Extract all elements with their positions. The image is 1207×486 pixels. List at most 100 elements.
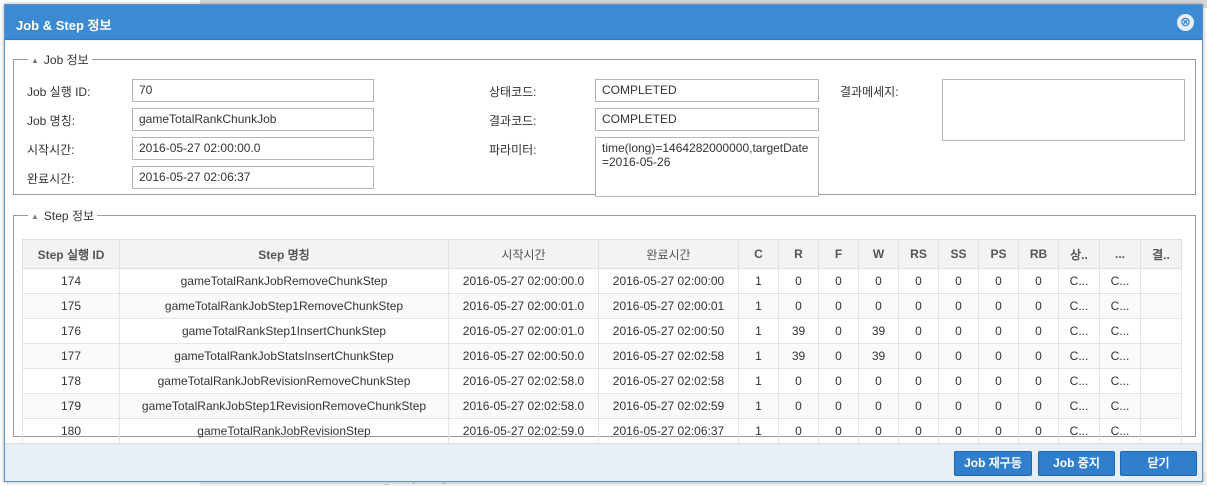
- table-cell: gameTotalRankStep1InsertChunkStep: [119, 318, 449, 344]
- column-header[interactable]: 완료시간: [598, 239, 739, 269]
- job-name-label: Job 명칭:: [27, 114, 76, 128]
- job-name-field[interactable]: gameTotalRankChunkJob: [132, 108, 374, 131]
- table-cell: 0: [978, 318, 1019, 344]
- table-cell: gameTotalRankJobStep1RevisionRemoveChunk…: [119, 393, 449, 419]
- table-cell: 0: [1018, 293, 1059, 319]
- close-button[interactable]: 닫기: [1120, 451, 1197, 476]
- column-header[interactable]: C: [738, 239, 779, 269]
- job-restart-button[interactable]: Job 재구동: [954, 451, 1032, 476]
- table-cell: 0: [1018, 318, 1059, 344]
- table-cell: 0: [978, 393, 1019, 419]
- collapse-triangle-icon[interactable]: ▲: [31, 212, 39, 221]
- column-header[interactable]: ...: [1099, 239, 1141, 269]
- table-cell: 0: [978, 418, 1019, 444]
- table-cell: 0: [898, 368, 939, 394]
- job-message-field[interactable]: [942, 79, 1185, 141]
- table-cell: 0: [978, 343, 1019, 369]
- table-cell: 39: [858, 343, 899, 369]
- table-cell: 0: [898, 343, 939, 369]
- column-header[interactable]: 상..: [1058, 239, 1100, 269]
- table-cell: C...: [1058, 368, 1100, 394]
- job-info-legend-text: Job 정보: [43, 53, 89, 67]
- table-cell: 0: [978, 368, 1019, 394]
- table-cell: C...: [1099, 368, 1141, 394]
- table-cell: 0: [818, 318, 859, 344]
- close-icon[interactable]: ⊗: [1177, 14, 1194, 31]
- table-cell: 2016-05-27 02:00:50.0: [448, 343, 599, 369]
- table-cell: 0: [938, 343, 979, 369]
- table-cell: C...: [1058, 343, 1100, 369]
- table-row[interactable]: 180 gameTotalRankJobRevisionStep 2016-05-2…: [22, 418, 1182, 444]
- table-cell: [1140, 418, 1182, 444]
- table-row[interactable]: 176 gameTotalRankStep1InsertChunkStep 2016…: [22, 318, 1182, 344]
- job-start-label: 시작시간:: [27, 143, 75, 157]
- column-header[interactable]: Step 명칭: [119, 239, 449, 269]
- table-cell: [1140, 318, 1182, 344]
- column-header[interactable]: Step 실행 ID: [22, 239, 120, 269]
- table-cell: 0: [778, 268, 819, 294]
- table-cell: 175: [22, 293, 120, 319]
- job-exit-field[interactable]: COMPLETED: [595, 108, 819, 131]
- table-cell: [1140, 393, 1182, 419]
- table-cell: 1: [738, 418, 779, 444]
- dialog-content: ▲ Job 정보 Job 실행 ID: 70 Job 명칭: gameTotalR…: [5, 41, 1202, 444]
- table-cell: 39: [778, 343, 819, 369]
- table-cell: 1: [738, 368, 779, 394]
- table-row[interactable]: 179 gameTotalRankJobStep1RevisionRemoveCh…: [22, 393, 1182, 419]
- job-status-field[interactable]: COMPLETED: [595, 79, 819, 102]
- table-cell: 1: [738, 318, 779, 344]
- table-cell: 176: [22, 318, 120, 344]
- job-exec-id-field[interactable]: 70: [132, 79, 374, 102]
- column-header[interactable]: RS: [898, 239, 939, 269]
- table-cell: 0: [1018, 343, 1059, 369]
- table-cell: 0: [1018, 268, 1059, 294]
- table-cell: C...: [1058, 293, 1100, 319]
- table-cell: 0: [858, 418, 899, 444]
- table-row[interactable]: 177 gameTotalRankJobStatsInsertChunkStep 2…: [22, 343, 1182, 369]
- job-info-section: ▲ Job 정보 Job 실행 ID: 70 Job 명칭: gameTotalR…: [13, 51, 1196, 197]
- job-stop-button[interactable]: Job 중지: [1038, 451, 1115, 476]
- table-cell: 2016-05-27 02:00:00: [598, 268, 739, 294]
- table-cell: 0: [898, 393, 939, 419]
- column-header[interactable]: F: [818, 239, 859, 269]
- table-cell: [1140, 293, 1182, 319]
- table-cell: 174: [22, 268, 120, 294]
- collapse-triangle-icon[interactable]: ▲: [31, 56, 39, 65]
- step-info-legend[interactable]: ▲ Step 정보: [28, 207, 97, 224]
- table-cell: 39: [858, 318, 899, 344]
- table-row[interactable]: 178 gameTotalRankJobRevisionRemoveChunkSt…: [22, 368, 1182, 394]
- table-cell: 0: [778, 418, 819, 444]
- column-header[interactable]: 결..: [1140, 239, 1182, 269]
- step-grid-body: 174 gameTotalRankJobRemoveChunkStep 2016-0…: [22, 268, 1182, 444]
- step-info-section: ▲ Step 정보 Step 실행 ID Step 명칭 시작시간 완료시간 C R F W RS…: [13, 207, 1196, 444]
- table-cell: C...: [1099, 293, 1141, 319]
- table-row[interactable]: 174 gameTotalRankJobRemoveChunkStep 2016-0…: [22, 268, 1182, 294]
- table-cell: C...: [1099, 343, 1141, 369]
- job-param-field[interactable]: time(long)=1464282000000,targetDate=2016…: [595, 137, 819, 197]
- job-info-legend[interactable]: ▲ Job 정보: [28, 51, 92, 68]
- job-end-field[interactable]: 2016-05-27 02:06:37: [132, 166, 374, 189]
- table-cell: 0: [818, 393, 859, 419]
- column-header[interactable]: PS: [978, 239, 1019, 269]
- job-step-dialog: Job & Step 정보 ⊗ ▲ Job 정보 Job 실행 ID: 70 Jo…: [4, 4, 1203, 482]
- column-header[interactable]: RB: [1018, 239, 1059, 269]
- table-cell: C...: [1058, 418, 1100, 444]
- table-cell: gameTotalRankJobStep1RemoveChunkStep: [119, 293, 449, 319]
- column-header[interactable]: W: [858, 239, 899, 269]
- column-header[interactable]: 시작시간: [448, 239, 599, 269]
- table-cell: 2016-05-27 02:00:00.0: [448, 268, 599, 294]
- table-cell: 2016-05-27 02:02:59: [598, 393, 739, 419]
- job-start-field[interactable]: 2016-05-27 02:00:00.0: [132, 137, 374, 160]
- table-cell: 2016-05-27 02:00:01.0: [448, 293, 599, 319]
- table-cell: 2016-05-27 02:02:58.0: [448, 368, 599, 394]
- dialog-titlebar[interactable]: Job & Step 정보 ⊗: [5, 5, 1202, 40]
- step-grid: Step 실행 ID Step 명칭 시작시간 완료시간 C R F W RS SS PS RB 상..…: [22, 239, 1182, 444]
- table-cell: 0: [938, 418, 979, 444]
- column-header[interactable]: SS: [938, 239, 979, 269]
- column-header[interactable]: R: [778, 239, 819, 269]
- table-cell: 2016-05-27 02:00:01: [598, 293, 739, 319]
- table-cell: 2016-05-27 02:02:58.0: [448, 393, 599, 419]
- table-row[interactable]: 175 gameTotalRankJobStep1RemoveChunkStep 2…: [22, 293, 1182, 319]
- table-cell: gameTotalRankJobRevisionRemoveChunkStep: [119, 368, 449, 394]
- table-cell: 0: [818, 293, 859, 319]
